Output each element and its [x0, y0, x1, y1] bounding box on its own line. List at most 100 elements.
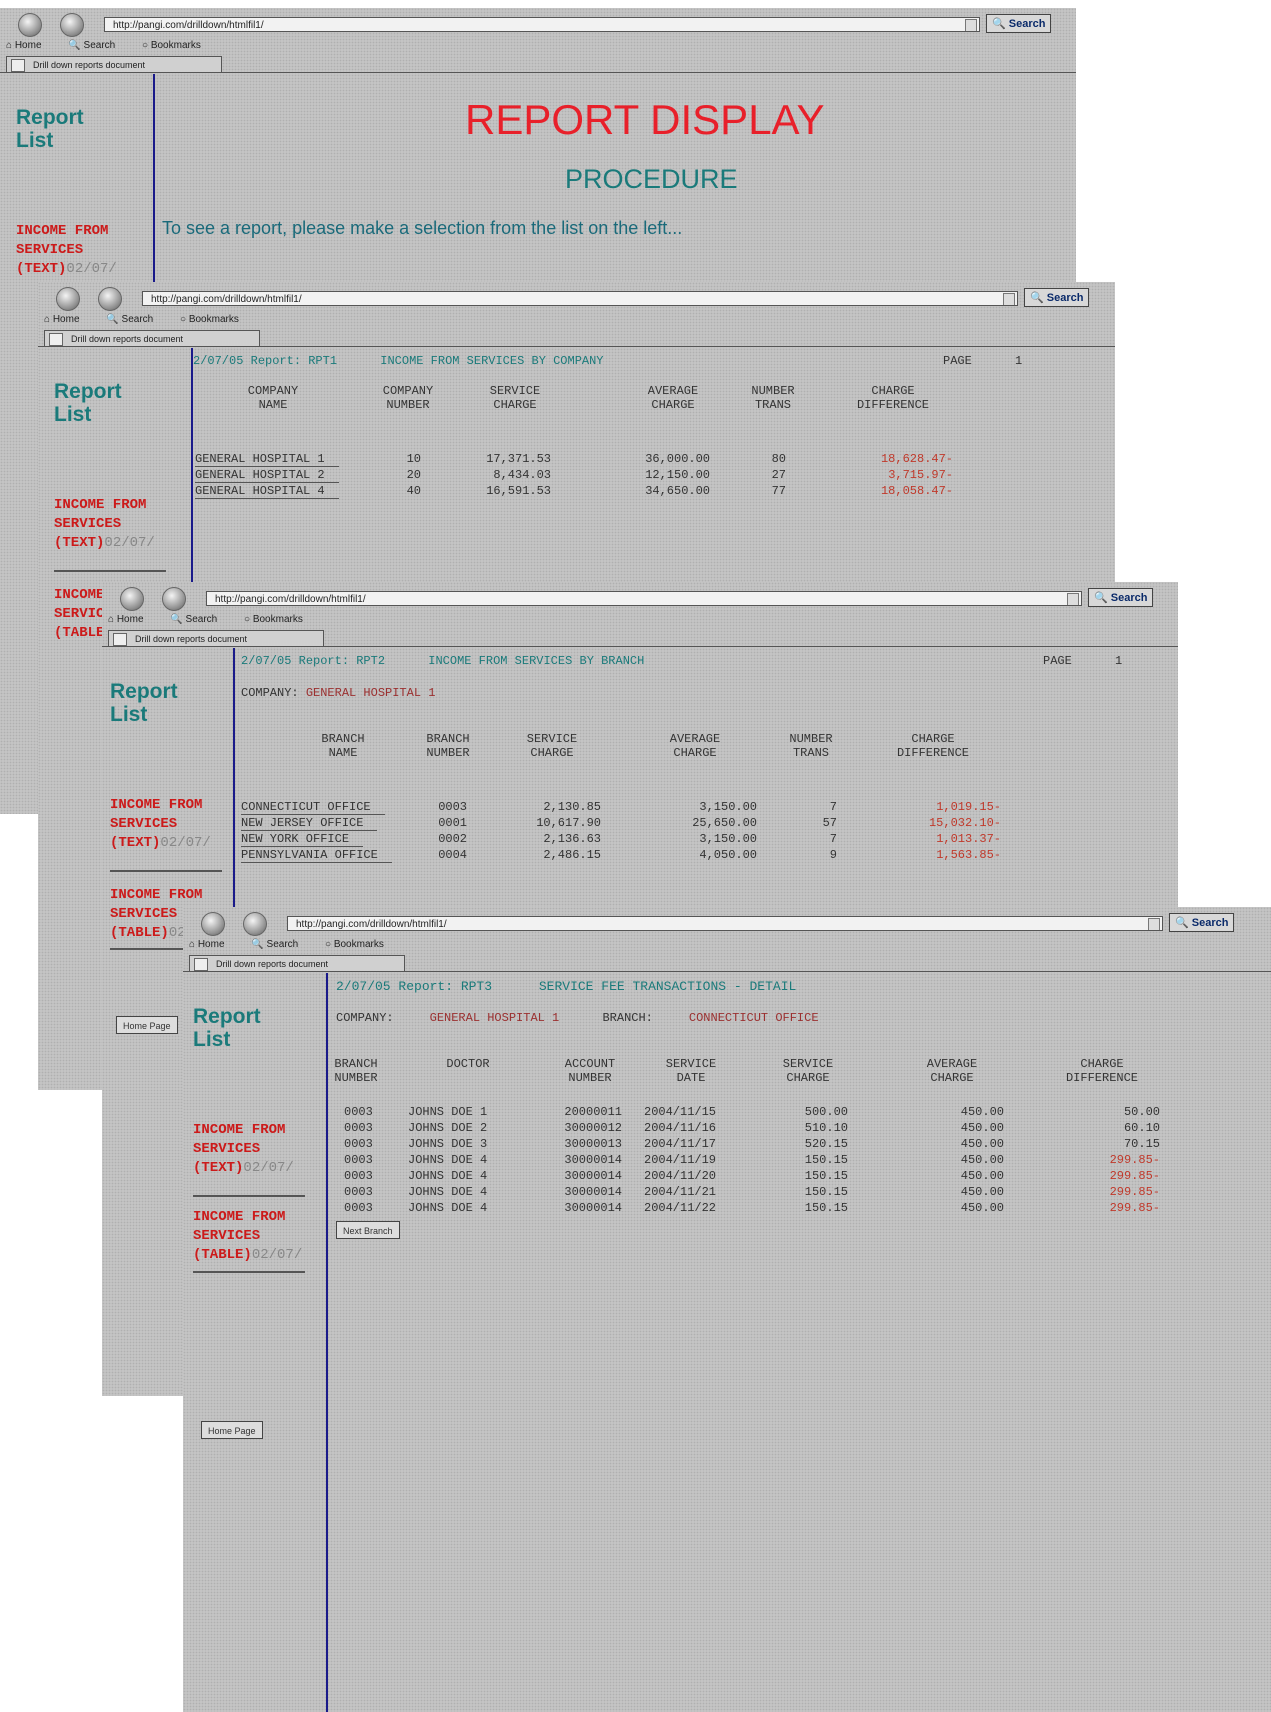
- income-text-link[interactable]: INCOME FROM SERVICES (TEXT)02/07/: [193, 1121, 323, 1178]
- charge-difference: 18,628.47-: [880, 452, 953, 466]
- company-name-link[interactable]: GENERAL HOSPITAL 4: [195, 484, 339, 499]
- tab-drilldown[interactable]: Drill down reports document: [189, 955, 405, 971]
- number-trans: 77: [771, 484, 786, 498]
- tab-drilldown[interactable]: Drill down reports document: [6, 56, 222, 72]
- column-header: SERVICE CHARGE: [526, 732, 578, 760]
- home-page-button[interactable]: Home Page: [116, 1016, 178, 1034]
- branch-name-link[interactable]: CONNECTICUT OFFICE: [241, 800, 385, 815]
- bookmarks-link-label: Bookmarks: [252, 614, 303, 625]
- url-dropdown-icon[interactable]: [1067, 593, 1079, 605]
- bookmarks-link-label: Bookmarks: [188, 314, 239, 325]
- address-bar[interactable]: http://pangi.com/drilldown/htmlfil1/: [142, 291, 1018, 306]
- tab-bar: Drill down reports document: [102, 630, 1178, 647]
- search-button-label: Search: [1046, 292, 1084, 304]
- income-text-link[interactable]: INCOME FROM SERVICES (TEXT)02/07/: [16, 222, 146, 279]
- branch-value: CONNECTICUT OFFICE: [688, 1011, 819, 1025]
- charge-difference: 299.85-: [1109, 1153, 1160, 1167]
- search-link[interactable]: 🔍 Search: [170, 614, 229, 625]
- company-label: COMPANY:: [336, 1011, 394, 1025]
- branch-name-link[interactable]: NEW JERSEY OFFICE: [241, 816, 378, 831]
- forward-globe-icon[interactable]: [162, 587, 186, 611]
- search-button[interactable]: 🔍 Search: [1169, 913, 1235, 932]
- charge-difference: 299.85-: [1109, 1201, 1160, 1215]
- sidebar-divider: [193, 1195, 305, 1197]
- home-link[interactable]: ⌂ Home: [6, 40, 54, 51]
- forward-globe-icon[interactable]: [243, 912, 267, 936]
- search-button[interactable]: 🔍 Search: [986, 14, 1052, 33]
- search-link[interactable]: 🔍 Search: [251, 939, 310, 950]
- forward-globe-icon[interactable]: [98, 287, 122, 311]
- nav-row: ⌂ Home 🔍 Search ○ Bookmarks: [6, 40, 225, 51]
- charge-difference: 15,032.10-: [928, 816, 1001, 830]
- tab-page-icon: [49, 333, 63, 346]
- address-bar[interactable]: http://pangi.com/drilldown/htmlfil1/: [104, 17, 980, 32]
- income-table-date: 02/07/: [251, 1247, 303, 1263]
- charge-difference: 299.85-: [1109, 1169, 1160, 1183]
- doctor-name: JOHNS DOE 1: [408, 1105, 488, 1119]
- branch-name-link[interactable]: PENNSYLVANIA OFFICE: [241, 848, 392, 863]
- tab-title: Drill down reports document: [135, 634, 248, 644]
- tab-title: Drill down reports document: [216, 959, 329, 969]
- doctor-name: JOHNS DOE 4: [408, 1185, 488, 1199]
- home-page-button[interactable]: Home Page: [201, 1421, 263, 1439]
- service-charge: 500.00: [804, 1105, 848, 1119]
- account-number: 30000014: [564, 1169, 622, 1183]
- search-button[interactable]: 🔍 Search: [1088, 588, 1154, 607]
- instruction-text: To see a report, please make a selection…: [162, 218, 683, 238]
- branch-number: 0001: [438, 816, 467, 830]
- average-charge: 450.00: [960, 1201, 1004, 1215]
- search-button[interactable]: 🔍 Search: [1024, 288, 1090, 307]
- search-link-label: Search: [121, 314, 154, 325]
- tab-bar: Drill down reports document: [0, 56, 1076, 73]
- service-charge: 2,136.63: [543, 832, 601, 846]
- branch-number: 0002: [438, 832, 467, 846]
- tab-drilldown[interactable]: Drill down reports document: [44, 330, 260, 346]
- home-link[interactable]: ⌂ Home: [108, 614, 156, 625]
- account-number: 30000014: [564, 1153, 622, 1167]
- home-link[interactable]: ⌂ Home: [44, 314, 92, 325]
- address-bar[interactable]: http://pangi.com/drilldown/htmlfil1/: [206, 591, 1082, 606]
- next-branch-button[interactable]: Next Branch: [336, 1221, 400, 1239]
- address-bar[interactable]: http://pangi.com/drilldown/htmlfil1/: [287, 916, 1163, 931]
- bookmarks-link[interactable]: ○ Bookmarks: [325, 939, 396, 950]
- bookmarks-link[interactable]: ○ Bookmarks: [142, 40, 213, 51]
- service-date: 2004/11/16: [644, 1121, 717, 1135]
- search-link[interactable]: 🔍 Search: [106, 314, 165, 325]
- income-text-link[interactable]: INCOME FROM SERVICES (TEXT)02/07/: [54, 496, 184, 553]
- income-text-link[interactable]: INCOME FROM SERVICES (TEXT)02/07/: [110, 796, 240, 853]
- income-table-link[interactable]: INCOME FROM SERVICES (TABLE)02/07/: [193, 1208, 323, 1265]
- company-name-link[interactable]: GENERAL HOSPITAL 1: [195, 452, 339, 467]
- service-charge: 8,434.03: [493, 468, 551, 482]
- url-dropdown-icon[interactable]: [1148, 918, 1160, 930]
- account-number: 20000011: [564, 1105, 622, 1119]
- tab-drilldown[interactable]: Drill down reports document: [108, 630, 324, 646]
- url-dropdown-icon[interactable]: [1003, 293, 1015, 305]
- back-globe-icon[interactable]: [18, 13, 42, 37]
- forward-globe-icon[interactable]: [60, 13, 84, 37]
- search-link[interactable]: 🔍 Search: [68, 40, 127, 51]
- bookmarks-link[interactable]: ○ Bookmarks: [244, 614, 315, 625]
- tab-title: Drill down reports document: [33, 60, 146, 70]
- search-link-label: Search: [83, 40, 116, 51]
- average-charge: 450.00: [960, 1121, 1004, 1135]
- service-charge: 2,130.85: [543, 800, 601, 814]
- company-name-link[interactable]: GENERAL HOSPITAL 2: [195, 468, 339, 483]
- url-dropdown-icon[interactable]: [965, 19, 977, 31]
- column-header: NUMBER TRANS: [751, 384, 795, 412]
- company-value: GENERAL HOSPITAL 1: [429, 1011, 560, 1025]
- tab-title: Drill down reports document: [71, 334, 184, 344]
- column-header: BRANCH NUMBER: [334, 1057, 378, 1085]
- back-globe-icon[interactable]: [201, 912, 225, 936]
- service-date: 2004/11/17: [644, 1137, 717, 1151]
- bookmarks-link[interactable]: ○ Bookmarks: [180, 314, 251, 325]
- back-globe-icon[interactable]: [120, 587, 144, 611]
- home-link[interactable]: ⌂ Home: [189, 939, 237, 950]
- back-globe-icon[interactable]: [56, 287, 80, 311]
- report-title: INCOME FROM SERVICES BY COMPANY: [380, 354, 604, 368]
- branch-name-link[interactable]: NEW YORK OFFICE: [241, 832, 364, 847]
- page-subtitle: PROCEDURE: [565, 164, 738, 194]
- service-date: 2004/11/19: [644, 1153, 717, 1167]
- branch-number: 0003: [344, 1201, 373, 1215]
- doctor-name: JOHNS DOE 4: [408, 1169, 488, 1183]
- nav-row: ⌂ Home 🔍 Search ○ Bookmarks: [44, 314, 263, 325]
